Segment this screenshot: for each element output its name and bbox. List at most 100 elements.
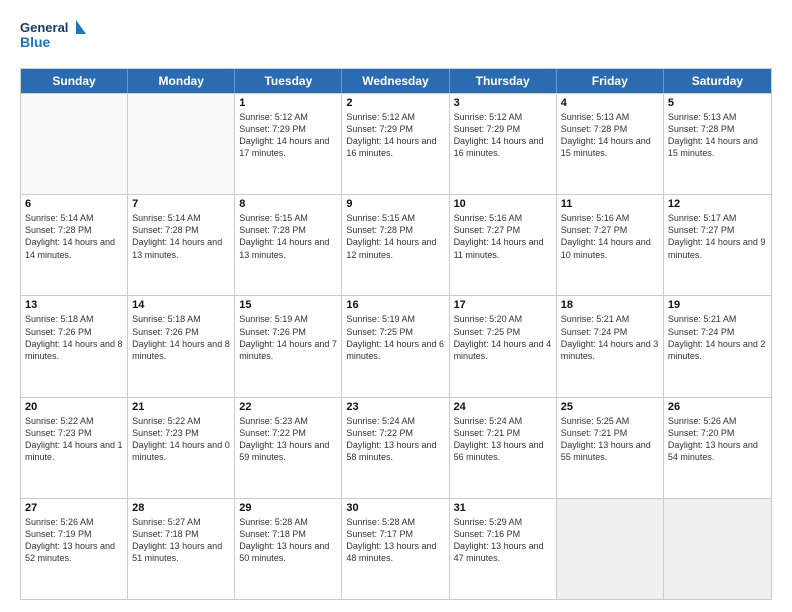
day-info: Sunrise: 5:27 AM Sunset: 7:18 PM Dayligh… — [132, 516, 230, 565]
logo: General Blue — [20, 16, 90, 60]
day-cell-7: 7Sunrise: 5:14 AM Sunset: 7:28 PM Daylig… — [128, 195, 235, 295]
day-number: 18 — [561, 299, 659, 311]
day-cell-10: 10Sunrise: 5:16 AM Sunset: 7:27 PM Dayli… — [450, 195, 557, 295]
day-cell-19: 19 Sunrise: 5:21 AM Sunset: 7:24 PM Dayli… — [664, 296, 771, 396]
day-number: 12 — [668, 198, 767, 210]
day-info: Sunrise: 5:16 AM Sunset: 7:27 PM Dayligh… — [561, 212, 659, 261]
day-number: 1 — [239, 97, 337, 109]
day-cell-11: 11 Sunrise: 5:16 AM Sunset: 7:27 PM Dayli… — [557, 195, 664, 295]
calendar-row-3: 13 Sunrise: 5:18 AM Sunset: 7:26 PM Dayli… — [21, 295, 771, 396]
calendar-body: 1 Sunrise: 5:12 AM Sunset: 7:29 PM Daylig… — [21, 93, 771, 599]
day-number: 25 — [561, 401, 659, 413]
day-info: Sunrise: 5:24 AM Sunset: 7:21 PM Dayligh… — [454, 415, 552, 464]
day-number: 24 — [454, 401, 552, 413]
day-info: Sunrise: 5:17 AM Sunset: 7:27 PM Dayligh… — [668, 212, 767, 261]
calendar-row-5: 27 Sunrise: 5:26 AM Sunset: 7:19 PM Dayli… — [21, 498, 771, 599]
day-number: 5 — [668, 97, 767, 109]
day-number: 26 — [668, 401, 767, 413]
day-number: 31 — [454, 502, 552, 514]
header: General Blue — [20, 16, 772, 60]
day-cell-17: 17 Sunrise: 5:20 AM Sunset: 7:25 PM Dayli… — [450, 296, 557, 396]
day-cell-13: 13 Sunrise: 5:18 AM Sunset: 7:26 PM Dayli… — [21, 296, 128, 396]
calendar-row-1: 1 Sunrise: 5:12 AM Sunset: 7:29 PM Daylig… — [21, 93, 771, 194]
svg-text:General: General — [20, 20, 68, 35]
day-header-tuesday: Tuesday — [235, 69, 342, 93]
day-info: Sunrise: 5:13 AM Sunset: 7:28 PM Dayligh… — [668, 111, 767, 160]
day-info: Sunrise: 5:13 AM Sunset: 7:28 PM Dayligh… — [561, 111, 659, 160]
day-number: 6 — [25, 198, 123, 210]
day-cell-21: 21 Sunrise: 5:22 AM Sunset: 7:23 PM Dayli… — [128, 398, 235, 498]
day-info: Sunrise: 5:19 AM Sunset: 7:25 PM Dayligh… — [346, 313, 444, 362]
day-info: Sunrise: 5:26 AM Sunset: 7:20 PM Dayligh… — [668, 415, 767, 464]
day-cell-8: 8 Sunrise: 5:15 AM Sunset: 7:28 PM Daylig… — [235, 195, 342, 295]
day-number: 28 — [132, 502, 230, 514]
day-info: Sunrise: 5:19 AM Sunset: 7:26 PM Dayligh… — [239, 313, 337, 362]
day-number: 4 — [561, 97, 659, 109]
day-info: Sunrise: 5:24 AM Sunset: 7:22 PM Dayligh… — [346, 415, 444, 464]
day-number: 19 — [668, 299, 767, 311]
day-cell-2: 2Sunrise: 5:12 AM Sunset: 7:29 PM Daylig… — [342, 94, 449, 194]
empty-cell-4-6 — [664, 499, 771, 599]
day-header-wednesday: Wednesday — [342, 69, 449, 93]
day-info: Sunrise: 5:25 AM Sunset: 7:21 PM Dayligh… — [561, 415, 659, 464]
day-cell-26: 26 Sunrise: 5:26 AM Sunset: 7:20 PM Dayli… — [664, 398, 771, 498]
day-info: Sunrise: 5:22 AM Sunset: 7:23 PM Dayligh… — [132, 415, 230, 464]
day-cell-23: 23 Sunrise: 5:24 AM Sunset: 7:22 PM Dayli… — [342, 398, 449, 498]
day-info: Sunrise: 5:15 AM Sunset: 7:28 PM Dayligh… — [239, 212, 337, 261]
day-header-sunday: Sunday — [21, 69, 128, 93]
day-info: Sunrise: 5:29 AM Sunset: 7:16 PM Dayligh… — [454, 516, 552, 565]
day-info: Sunrise: 5:21 AM Sunset: 7:24 PM Dayligh… — [668, 313, 767, 362]
logo-svg: General Blue — [20, 16, 90, 60]
day-number: 30 — [346, 502, 444, 514]
day-info: Sunrise: 5:26 AM Sunset: 7:19 PM Dayligh… — [25, 516, 123, 565]
day-info: Sunrise: 5:22 AM Sunset: 7:23 PM Dayligh… — [25, 415, 123, 464]
day-number: 29 — [239, 502, 337, 514]
day-number: 23 — [346, 401, 444, 413]
day-cell-24: 24 Sunrise: 5:24 AM Sunset: 7:21 PM Dayli… — [450, 398, 557, 498]
day-cell-1: 1 Sunrise: 5:12 AM Sunset: 7:29 PM Daylig… — [235, 94, 342, 194]
day-number: 22 — [239, 401, 337, 413]
day-cell-22: 22 Sunrise: 5:23 AM Sunset: 7:22 PM Dayli… — [235, 398, 342, 498]
day-number: 7 — [132, 198, 230, 210]
day-info: Sunrise: 5:16 AM Sunset: 7:27 PM Dayligh… — [454, 212, 552, 261]
day-header-monday: Monday — [128, 69, 235, 93]
day-cell-16: 16 Sunrise: 5:19 AM Sunset: 7:25 PM Dayli… — [342, 296, 449, 396]
day-cell-30: 30 Sunrise: 5:28 AM Sunset: 7:17 PM Dayli… — [342, 499, 449, 599]
day-number: 3 — [454, 97, 552, 109]
day-number: 27 — [25, 502, 123, 514]
day-info: Sunrise: 5:15 AM Sunset: 7:28 PM Dayligh… — [346, 212, 444, 261]
empty-cell-0-1 — [128, 94, 235, 194]
day-header-saturday: Saturday — [664, 69, 771, 93]
day-number: 15 — [239, 299, 337, 311]
calendar-row-2: 6 Sunrise: 5:14 AM Sunset: 7:28 PM Daylig… — [21, 194, 771, 295]
day-number: 8 — [239, 198, 337, 210]
day-number: 20 — [25, 401, 123, 413]
day-number: 13 — [25, 299, 123, 311]
day-info: Sunrise: 5:23 AM Sunset: 7:22 PM Dayligh… — [239, 415, 337, 464]
empty-cell-0-0 — [21, 94, 128, 194]
day-header-thursday: Thursday — [450, 69, 557, 93]
day-number: 9 — [346, 198, 444, 210]
day-info: Sunrise: 5:28 AM Sunset: 7:17 PM Dayligh… — [346, 516, 444, 565]
day-number: 21 — [132, 401, 230, 413]
day-info: Sunrise: 5:18 AM Sunset: 7:26 PM Dayligh… — [132, 313, 230, 362]
day-info: Sunrise: 5:12 AM Sunset: 7:29 PM Dayligh… — [239, 111, 337, 160]
day-cell-12: 12 Sunrise: 5:17 AM Sunset: 7:27 PM Dayli… — [664, 195, 771, 295]
day-number: 2 — [346, 97, 444, 109]
day-header-friday: Friday — [557, 69, 664, 93]
day-cell-25: 25 Sunrise: 5:25 AM Sunset: 7:21 PM Dayli… — [557, 398, 664, 498]
day-number: 17 — [454, 299, 552, 311]
day-cell-31: 31 Sunrise: 5:29 AM Sunset: 7:16 PM Dayli… — [450, 499, 557, 599]
day-cell-27: 27 Sunrise: 5:26 AM Sunset: 7:19 PM Dayli… — [21, 499, 128, 599]
day-info: Sunrise: 5:14 AM Sunset: 7:28 PM Dayligh… — [25, 212, 123, 261]
day-cell-9: 9 Sunrise: 5:15 AM Sunset: 7:28 PM Daylig… — [342, 195, 449, 295]
day-cell-4: 4 Sunrise: 5:13 AM Sunset: 7:28 PM Daylig… — [557, 94, 664, 194]
svg-text:Blue: Blue — [20, 34, 51, 50]
day-info: Sunrise: 5:28 AM Sunset: 7:18 PM Dayligh… — [239, 516, 337, 565]
calendar-header: SundayMondayTuesdayWednesdayThursdayFrid… — [21, 69, 771, 93]
day-cell-20: 20 Sunrise: 5:22 AM Sunset: 7:23 PM Dayli… — [21, 398, 128, 498]
day-info: Sunrise: 5:20 AM Sunset: 7:25 PM Dayligh… — [454, 313, 552, 362]
day-number: 16 — [346, 299, 444, 311]
day-number: 11 — [561, 198, 659, 210]
day-info: Sunrise: 5:18 AM Sunset: 7:26 PM Dayligh… — [25, 313, 123, 362]
